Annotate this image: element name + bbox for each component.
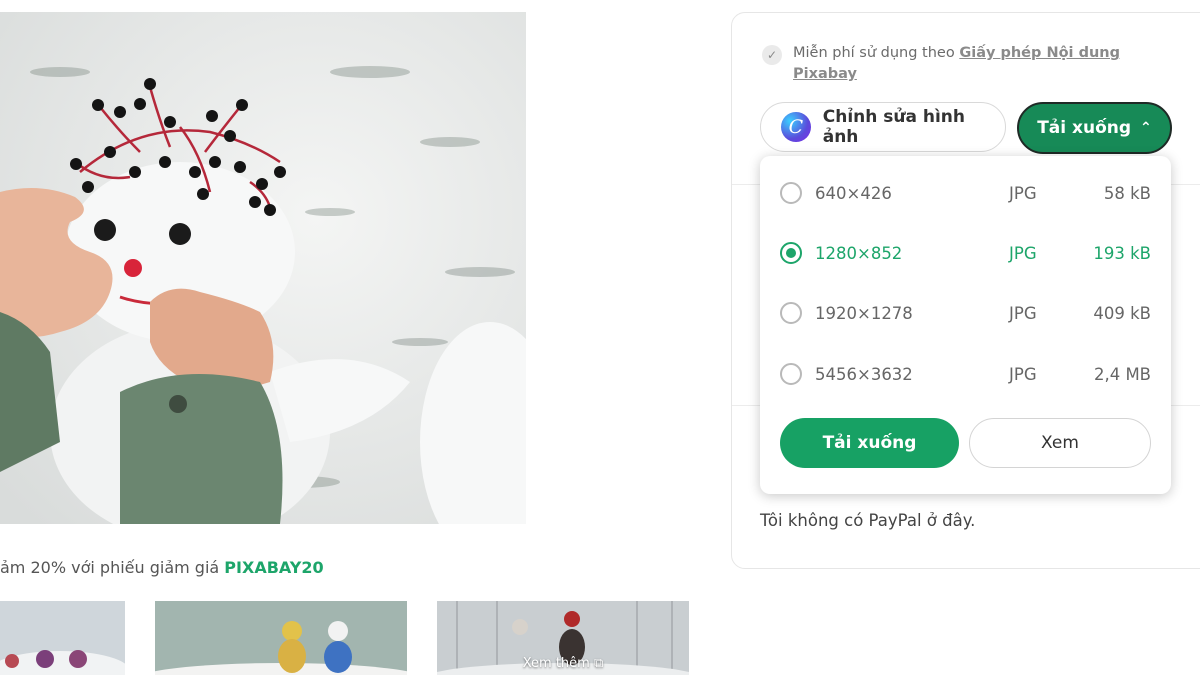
license-text: Miễn phí sử dụng theo Giấy phép Nội dung… <box>793 43 1142 85</box>
option-format: JPG <box>1009 303 1037 323</box>
download-size-dropdown: 640×426 JPG 58 kB 1280×852 JPG 193 kB 19… <box>760 156 1171 494</box>
download-toggle-button[interactable]: Tải xuống ⌃ <box>1017 102 1172 154</box>
paypal-note: Tôi không có PayPal ở đây. <box>760 511 976 530</box>
option-resolution: 640×426 <box>815 183 892 203</box>
option-filesize: 409 kB <box>1093 303 1151 323</box>
option-filesize: 58 kB <box>1103 183 1151 203</box>
related-thumbnail[interactable] <box>155 601 407 675</box>
size-option-640[interactable]: 640×426 JPG 58 kB <box>760 168 1171 218</box>
option-resolution: 1280×852 <box>815 243 903 263</box>
snowman-photo <box>0 12 526 524</box>
check-icon: ✓ <box>762 45 782 65</box>
option-resolution: 1920×1278 <box>815 303 913 323</box>
main-photo <box>0 12 526 524</box>
download-button[interactable]: Tải xuống <box>780 418 959 468</box>
promo-text: ảm 20% với phiếu giảm giá PIXABAY20 <box>0 558 324 577</box>
size-option-1280[interactable]: 1280×852 JPG 193 kB <box>760 228 1171 278</box>
promo-code[interactable]: PIXABAY20 <box>224 558 323 577</box>
thumbnail-image <box>155 601 407 675</box>
license-prefix: Miễn phí sử dụng theo <box>793 45 960 61</box>
view-button[interactable]: Xem <box>969 418 1151 468</box>
chevron-up-icon: ⌃ <box>1140 120 1152 136</box>
edit-image-label: Chỉnh sửa hình ảnh <box>822 107 966 147</box>
see-more-label: Xem thêm ⧉ <box>437 656 689 671</box>
option-format: JPG <box>1009 183 1037 203</box>
canva-icon: C <box>781 112 811 142</box>
size-option-1920[interactable]: 1920×1278 JPG 409 kB <box>760 288 1171 338</box>
radio-button-checked[interactable] <box>780 242 802 264</box>
size-option-5456[interactable]: 5456×3632 JPG 2,4 MB <box>760 349 1171 399</box>
radio-button[interactable] <box>780 302 802 324</box>
option-resolution: 5456×3632 <box>815 364 913 384</box>
download-toggle-label: Tải xuống <box>1037 118 1132 138</box>
external-link-icon: ⧉ <box>593 656 604 671</box>
option-format: JPG <box>1009 364 1037 384</box>
radio-button[interactable] <box>780 363 802 385</box>
related-thumbnail-more[interactable]: Xem thêm ⧉ <box>437 601 689 675</box>
option-filesize: 2,4 MB <box>1093 364 1151 384</box>
option-format: JPG <box>1009 243 1037 263</box>
option-filesize: 193 kB <box>1093 243 1151 263</box>
see-more-text: Xem thêm <box>522 656 590 671</box>
license-notice: ✓ Miễn phí sử dụng theo Giấy phép Nội du… <box>762 43 1142 85</box>
promo-prefix: ảm 20% với phiếu giảm giá <box>0 558 225 577</box>
edit-image-button[interactable]: C Chỉnh sửa hình ảnh <box>760 102 1006 152</box>
related-thumbnail[interactable] <box>0 601 125 675</box>
radio-button[interactable] <box>780 182 802 204</box>
thumbnail-image <box>0 601 125 675</box>
